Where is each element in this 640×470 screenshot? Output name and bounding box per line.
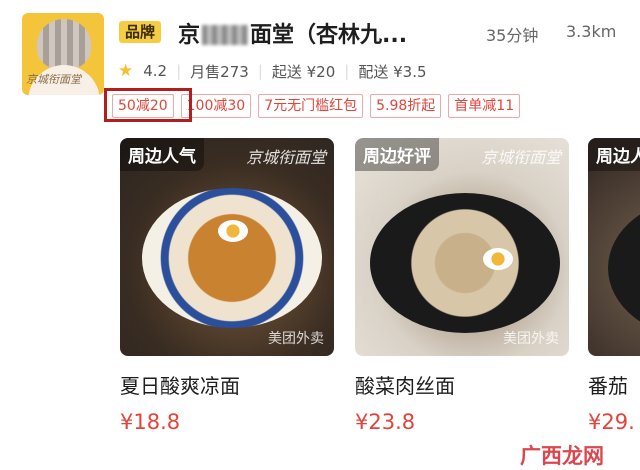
- product-price: ¥23.8: [355, 410, 416, 434]
- highlight-box: [104, 88, 192, 122]
- noodle-bowl: [608, 198, 640, 338]
- delivery-fee: 配送 ¥3.5: [358, 62, 427, 81]
- store-name-right: 面堂（杏林九...: [250, 23, 408, 48]
- divider: |: [257, 62, 263, 80]
- store-name-blur: [202, 25, 249, 45]
- product-image[interactable]: 周边人: [588, 138, 640, 356]
- star-icon: ★: [118, 61, 134, 81]
- product-price: ¥18.8: [120, 410, 181, 434]
- image-watermark-platform: 美团外卖: [503, 331, 559, 347]
- product-card[interactable]: 周边人 番茄 ¥29.: [588, 138, 640, 434]
- product-name[interactable]: 酸菜肉丝面: [355, 370, 455, 399]
- promo-tag[interactable]: 5.98折起: [370, 94, 442, 118]
- product-tag: 周边人气: [120, 138, 204, 171]
- image-watermark-store: 京城衔面堂: [480, 148, 561, 167]
- distance: 3.3km: [566, 22, 617, 41]
- store-name-left: 京: [178, 23, 201, 48]
- product-image[interactable]: 周边好评 京城衔面堂 美团外卖: [355, 138, 569, 356]
- rating: 4.2: [143, 62, 168, 80]
- product-card[interactable]: 周边好评 京城衔面堂 美团外卖 酸菜肉丝面 ¥23.8: [355, 138, 573, 434]
- product-name[interactable]: 夏日酸爽凉面: [120, 370, 240, 399]
- product-tag: 周边人: [588, 138, 640, 171]
- monthly-sales: 月售273: [190, 62, 249, 81]
- product-name[interactable]: 番茄: [588, 370, 628, 399]
- site-watermark: 广西龙网: [520, 444, 604, 468]
- delivery-time: 35分钟: [486, 26, 539, 45]
- promo-tag[interactable]: 首单减11: [448, 94, 521, 118]
- product-tag: 周边好评: [355, 138, 439, 171]
- logo-face-blurred: [37, 19, 91, 69]
- store-meta-row: ★ 4.2 | 月售273 | 起送 ¥20 | 配送 ¥3.5: [118, 60, 427, 82]
- brand-badge: 品牌: [119, 21, 162, 43]
- product-card[interactable]: 周边人气 京城衔面堂 美团外卖 夏日酸爽凉面 ¥18.8: [120, 138, 338, 434]
- product-carousel[interactable]: 周边人气 京城衔面堂 美团外卖 夏日酸爽凉面 ¥18.8 周边好评 京城衔面堂 …: [0, 138, 640, 467]
- product-image[interactable]: 周边人气 京城衔面堂 美团外卖: [120, 138, 334, 356]
- divider: |: [176, 62, 182, 80]
- promo-tag[interactable]: 7元无门槛红包: [258, 94, 364, 118]
- egg-topping: [483, 248, 513, 270]
- image-watermark-platform: 美团外卖: [268, 331, 324, 347]
- logo-signature: 京城衔面堂: [26, 73, 81, 86]
- store-logo[interactable]: 京城衔面堂: [22, 13, 104, 95]
- noodle-bowl: [370, 193, 560, 333]
- divider: |: [344, 62, 350, 80]
- min-order: 起送 ¥20: [271, 62, 336, 81]
- product-price: ¥29.: [588, 410, 635, 434]
- image-watermark-store: 京城衔面堂: [245, 148, 326, 167]
- store-name[interactable]: 京 面堂（杏林九...: [178, 17, 407, 49]
- egg-topping: [218, 220, 248, 242]
- noodle-bowl: [142, 188, 322, 328]
